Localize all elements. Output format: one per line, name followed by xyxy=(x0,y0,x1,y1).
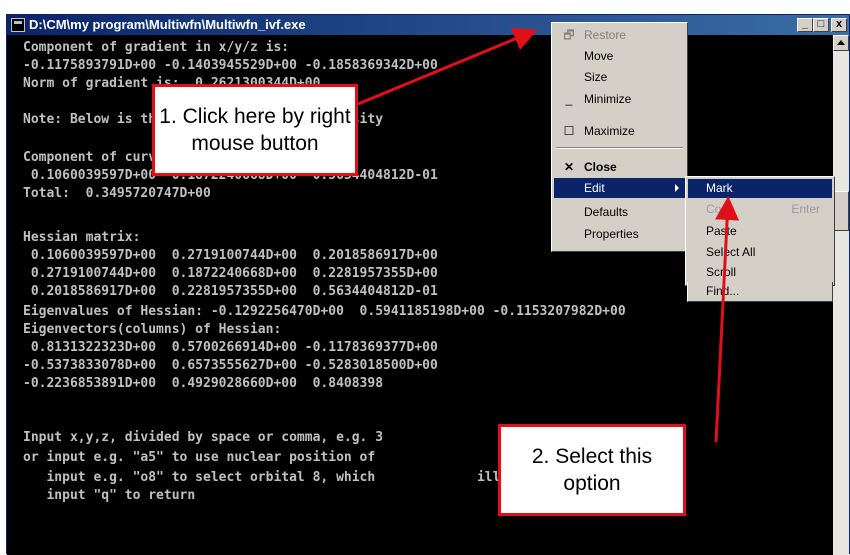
window-title: D:\CM\my program\Multiwfn\Multiwfn_ivf.e… xyxy=(29,17,306,32)
callout-step-2: 2. Select this option xyxy=(498,424,686,516)
submenu-item-accelerator: Enter xyxy=(791,202,820,216)
submenu-item-label: Copy xyxy=(706,202,735,216)
console-app-icon[interactable] xyxy=(11,18,25,32)
menu-item-label: Restore xyxy=(584,28,627,42)
menu-separator xyxy=(556,147,683,149)
console-line: -0.5373833078D+00 0.6573555627D+00 -0.52… xyxy=(23,358,438,373)
restore-icon: 🗗 xyxy=(563,28,575,42)
submenu-arrow-icon xyxy=(675,184,679,192)
menu-item-size[interactable]: Size xyxy=(554,67,685,87)
submenu-item-label: Select All xyxy=(706,245,756,259)
minimize-icon: _ xyxy=(565,92,573,106)
menu-item-label: Close xyxy=(584,160,617,174)
menu-item-maximize[interactable]: ☐ Maximize xyxy=(554,121,685,141)
submenu-item-label: Scroll xyxy=(706,265,737,279)
console-line: Component of gradient in x/y/z is: xyxy=(23,40,290,55)
system-context-menu: 🗗 Restore Move Size _ Minimize ☐ Maximiz… xyxy=(551,22,688,252)
maximize-icon: ☐ xyxy=(563,124,575,138)
submenu-item-paste[interactable]: Paste xyxy=(688,222,832,241)
console-line: input e.g. "o8" to select orbital 8, whi… xyxy=(23,470,571,485)
menu-item-label: Properties xyxy=(584,227,639,241)
close-button[interactable]: x xyxy=(831,18,847,32)
menu-item-label: Minimize xyxy=(584,92,632,106)
submenu-item-copy[interactable]: Copy Enter xyxy=(688,200,832,219)
menu-item-label: Size xyxy=(584,70,608,84)
scroll-up-arrow-icon[interactable] xyxy=(833,35,849,51)
menu-item-defaults[interactable]: Defaults xyxy=(554,202,685,222)
console-line: or input e.g. "a5" to use nuclear positi… xyxy=(23,450,376,465)
submenu-item-label: Paste xyxy=(706,224,737,238)
console-line: Eigenvalues of Hessian: -0.1292256470D+0… xyxy=(23,304,626,319)
scrollbar-thumb[interactable] xyxy=(833,191,849,231)
menu-item-minimize[interactable]: _ Minimize xyxy=(554,89,685,109)
menu-item-properties[interactable]: Properties xyxy=(554,224,685,244)
vertical-scrollbar[interactable] xyxy=(833,35,849,555)
console-line: -0.1175893791D+00 -0.1403945529D+00 -0.1… xyxy=(23,58,438,73)
console-line: 0.8131322323D+00 0.5700266914D+00 -0.117… xyxy=(23,340,438,355)
edit-submenu: Mark Copy Enter Paste Select All Scroll xyxy=(685,176,835,286)
console-line: 0.1060039597D+00 0.2719100744D+00 0.2018… xyxy=(23,248,438,263)
console-line: 0.2719100744D+00 0.1872240668D+00 0.2281… xyxy=(23,266,438,281)
console-line: -0.2236853891D+00 0.4929028660D+00 0.840… xyxy=(23,376,384,391)
submenu-item-mark[interactable]: Mark xyxy=(688,179,832,198)
maximize-button[interactable]: □ xyxy=(813,18,829,32)
menu-item-label: Maximize xyxy=(584,124,635,138)
menu-item-move[interactable]: Move xyxy=(554,46,685,66)
console-line: 0.2018586917D+00 0.2281957355D+00 0.5634… xyxy=(23,284,438,299)
console-line: Eigenvectors(columns) of Hessian: xyxy=(23,322,282,337)
callout-step-1: 1. Click here by right mouse button xyxy=(152,84,358,176)
submenu-item-label: Mark xyxy=(706,181,733,195)
submenu-item-find[interactable]: Find... xyxy=(687,282,833,302)
minimize-button[interactable]: _ xyxy=(797,18,813,32)
console-line: input "q" to return xyxy=(23,488,196,503)
menu-item-edit[interactable]: Edit xyxy=(554,178,685,198)
submenu-item-select-all[interactable]: Select All xyxy=(688,243,832,262)
submenu-item-scroll[interactable]: Scroll xyxy=(688,263,832,282)
console-line: Input x,y,z, divided by space or comma, … xyxy=(23,430,384,445)
title-bar[interactable]: D:\CM\my program\Multiwfn\Multiwfn_ivf.e… xyxy=(7,15,849,35)
menu-item-label: Defaults xyxy=(584,205,629,219)
close-icon: ✕ xyxy=(563,160,575,174)
console-line: Total: 0.3495720747D+00 xyxy=(23,186,211,201)
menu-item-label: Move xyxy=(584,49,614,63)
menu-item-label: Edit xyxy=(584,181,605,195)
menu-item-restore[interactable]: 🗗 Restore xyxy=(554,25,685,45)
submenu-item-label: Find... xyxy=(706,284,740,298)
menu-item-close[interactable]: ✕ Close xyxy=(554,157,685,177)
console-line: Hessian matrix: xyxy=(23,230,141,245)
